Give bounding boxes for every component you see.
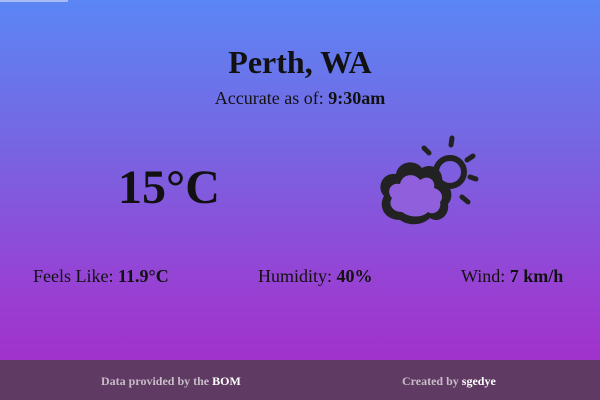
feels-like-stat: Feels Like: 11.9°C	[33, 266, 169, 287]
author-link[interactable]: sgedye	[462, 374, 496, 388]
accuracy-time: 9:30am	[328, 88, 386, 108]
data-source-credit: Data provided by the BOM	[101, 374, 241, 389]
bom-link[interactable]: BOM	[212, 374, 241, 388]
accuracy-line: Accurate as of: 9:30am	[0, 88, 600, 109]
author-credit: Created by sgedye	[402, 374, 496, 389]
location-title: Perth, WA	[228, 44, 372, 80]
partly-cloudy-icon	[380, 135, 479, 225]
humidity-stat: Humidity: 40%	[258, 266, 373, 287]
data-source-label: Data provided by the	[101, 374, 213, 388]
author-label: Created by	[402, 374, 462, 388]
wind-label: Wind:	[461, 266, 510, 286]
top-progress-strip	[0, 0, 68, 2]
current-temperature: 15°C	[118, 161, 220, 214]
wind-value: 7 km/h	[509, 266, 564, 286]
feels-like-value: 11.9°C	[117, 266, 169, 286]
humidity-label: Humidity:	[258, 266, 337, 286]
humidity-value: 40%	[336, 266, 373, 286]
wind-stat: Wind: 7 km/h	[461, 266, 563, 287]
accuracy-label: Accurate as of:	[214, 88, 329, 108]
footer: Data provided by the BOM Created by sged…	[0, 360, 600, 400]
feels-like-label: Feels Like:	[33, 266, 118, 286]
